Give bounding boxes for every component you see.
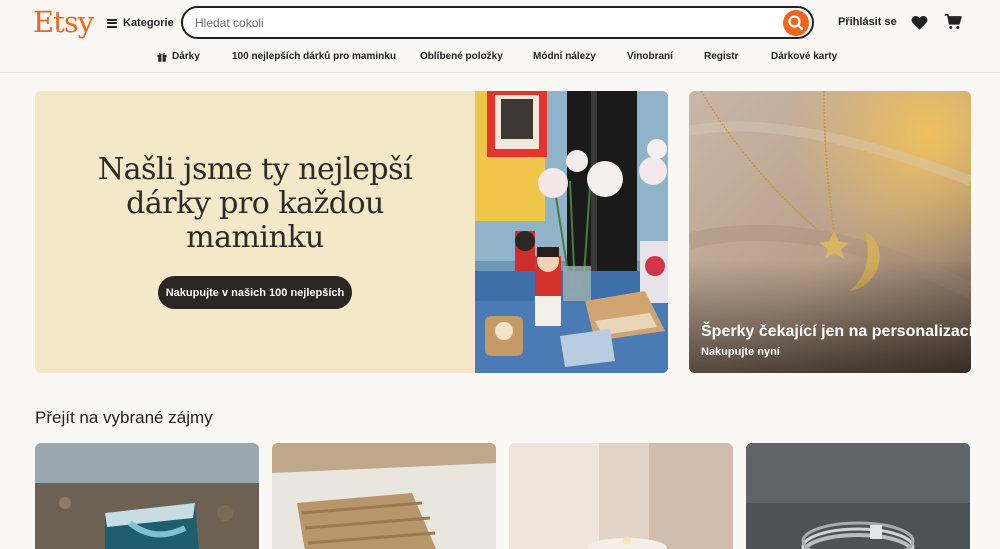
promo-link[interactable]: Nakupujte nyní [701,346,780,358]
nav-item-label: Módní nálezy [533,51,596,62]
header: Etsy Kategorie Přihlásit se [0,0,1000,46]
interest-card-bags[interactable] [272,443,496,549]
search-input[interactable] [195,14,765,32]
search-button[interactable] [783,10,809,36]
gift-icon [157,52,167,62]
interest-card-candles[interactable] [509,443,733,549]
nav-item-gifts[interactable]: Dárky [157,51,200,62]
hero-shop-button[interactable]: Nakupujte v našich 100 nejlepších [158,276,352,309]
interest-card-ceramics[interactable] [35,443,259,549]
hero-text-panel: Našli jsme ty nejlepší dárky pro každou … [35,91,475,373]
nav-item-fashion-finds[interactable]: Módní nálezy [533,51,596,62]
interest-image [509,443,733,549]
nav-item-vintage[interactable]: Vinobraní [627,51,673,62]
nav-item-label: Oblíbené položky [420,51,503,62]
heart-icon[interactable] [911,15,928,30]
interests-section-title: Přejít na vybrané zájmy [35,408,213,427]
nav-item-label: Registr [704,51,739,62]
etsy-logo[interactable]: Etsy [33,5,94,39]
nav-item-gift-cards[interactable]: Dárkové karty [771,51,837,62]
promo-card-jewelry[interactable]: Šperky čekající jen na personalizaci Nak… [689,91,971,373]
nav-item-registry[interactable]: Registr [704,51,738,62]
signin-link[interactable]: Přihlásit se [838,16,897,28]
search-icon [788,15,804,31]
nav-item-label: Vinobraní [627,51,673,62]
nav-item-label: 100 nejlepších dárků pro maminku [232,51,396,62]
categories-label: Kategorie [123,17,174,29]
promo-title: Šperky čekající jen na personalizaci [701,323,971,340]
nav-item-favorites[interactable]: Oblíbené položky [420,51,503,62]
hamburger-icon [107,18,117,28]
hero-title: Našli jsme ty nejlepší dárky pro každou … [97,152,413,255]
hero-image [475,91,668,373]
hero-banner[interactable]: Našli jsme ty nejlepší dárky pro každou … [35,91,668,373]
search-bar [181,6,814,39]
category-nav: Dárky 100 nejlepších dárků pro maminku O… [0,46,1000,73]
nav-item-top-100-mom[interactable]: 100 nejlepších dárků pro maminku [232,51,396,62]
interest-card-rings[interactable] [746,443,970,549]
nav-item-label: Dárky [172,51,200,62]
interest-image [272,443,496,549]
interest-image [35,443,259,549]
interest-image [746,443,970,549]
categories-button[interactable]: Kategorie [107,14,174,32]
cart-icon[interactable] [944,13,962,30]
nav-item-label: Dárkové karty [771,51,838,62]
